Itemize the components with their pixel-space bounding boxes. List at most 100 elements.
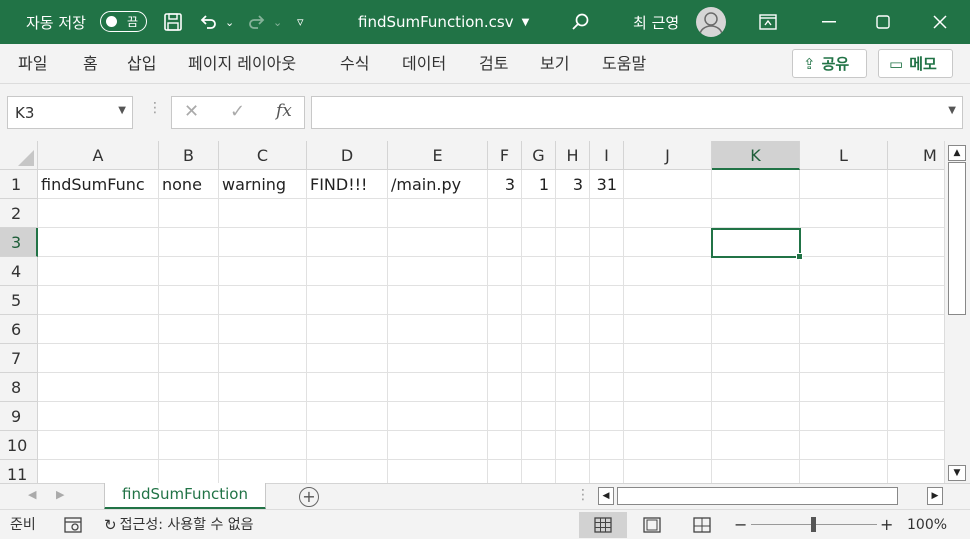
- column-header[interactable]: D: [307, 141, 388, 170]
- empty-cell[interactable]: [888, 431, 944, 460]
- empty-cell[interactable]: [38, 431, 159, 460]
- empty-cell[interactable]: [590, 460, 624, 483]
- empty-cell[interactable]: [712, 257, 800, 286]
- avatar[interactable]: [696, 7, 726, 37]
- empty-cell[interactable]: [590, 199, 624, 228]
- cancel-icon[interactable]: ✕: [184, 101, 199, 122]
- row-header[interactable]: 2: [0, 199, 38, 228]
- empty-cell[interactable]: [556, 199, 590, 228]
- zoom-slider-thumb[interactable]: [811, 517, 816, 532]
- column-header[interactable]: I: [590, 141, 624, 170]
- empty-cell[interactable]: [388, 257, 488, 286]
- empty-cell[interactable]: [712, 315, 800, 344]
- cell-I1[interactable]: 31: [590, 170, 624, 199]
- empty-cell[interactable]: [388, 228, 488, 257]
- empty-cell[interactable]: [38, 315, 159, 344]
- empty-cell[interactable]: [624, 199, 712, 228]
- empty-cell[interactable]: [888, 344, 944, 373]
- empty-cell[interactable]: [522, 402, 556, 431]
- empty-cell[interactable]: [556, 431, 590, 460]
- empty-cell[interactable]: [159, 257, 219, 286]
- empty-cell[interactable]: [800, 460, 888, 483]
- empty-cell[interactable]: [800, 315, 888, 344]
- empty-cell[interactable]: [556, 257, 590, 286]
- prev-sheet-icon[interactable]: ◀: [28, 488, 36, 501]
- tab-home[interactable]: 홈: [83, 44, 98, 84]
- empty-cell[interactable]: [307, 315, 388, 344]
- column-header[interactable]: A: [38, 141, 159, 170]
- empty-cell[interactable]: [388, 402, 488, 431]
- empty-cell[interactable]: [800, 402, 888, 431]
- row-header[interactable]: 1: [0, 170, 38, 199]
- horizontal-scroll-thumb[interactable]: [617, 487, 898, 505]
- cell-H1[interactable]: 3: [556, 170, 590, 199]
- row-header[interactable]: 5: [0, 286, 38, 315]
- row-header[interactable]: 7: [0, 344, 38, 373]
- accessibility-status[interactable]: ↻ 접근성: 사용할 수 없음: [104, 510, 254, 539]
- empty-cell[interactable]: [488, 199, 522, 228]
- empty-cell[interactable]: [712, 199, 800, 228]
- file-name[interactable]: findSumFunction.csv ▼: [358, 0, 529, 44]
- empty-cell[interactable]: [624, 431, 712, 460]
- cell-F1[interactable]: 3: [488, 170, 522, 199]
- empty-cell[interactable]: [556, 402, 590, 431]
- horizontal-scrollbar[interactable]: ◀ ▶: [598, 487, 944, 506]
- empty-cell[interactable]: [888, 199, 944, 228]
- empty-cell[interactable]: [219, 199, 307, 228]
- cell-D1[interactable]: FIND!!!: [307, 170, 388, 199]
- empty-cell[interactable]: [522, 228, 556, 257]
- empty-cell[interactable]: [307, 199, 388, 228]
- tab-insert[interactable]: 삽입: [127, 44, 156, 84]
- empty-cell[interactable]: [888, 315, 944, 344]
- empty-cell[interactable]: [522, 286, 556, 315]
- tab-file[interactable]: 파일: [18, 44, 47, 84]
- empty-cell[interactable]: [219, 257, 307, 286]
- add-sheet-icon[interactable]: +: [299, 487, 319, 507]
- empty-cell[interactable]: [307, 257, 388, 286]
- empty-cell[interactable]: [388, 199, 488, 228]
- empty-cell[interactable]: [388, 344, 488, 373]
- ribbon-display-icon[interactable]: [745, 0, 791, 44]
- row-header[interactable]: 4: [0, 257, 38, 286]
- empty-cell[interactable]: [307, 373, 388, 402]
- empty-cell[interactable]: [712, 344, 800, 373]
- empty-cell[interactable]: [624, 228, 712, 257]
- select-all-button[interactable]: [0, 141, 38, 170]
- empty-cell[interactable]: [159, 344, 219, 373]
- empty-cell[interactable]: [159, 228, 219, 257]
- empty-cell[interactable]: [624, 402, 712, 431]
- empty-cell[interactable]: [159, 315, 219, 344]
- active-cell-K3[interactable]: [711, 228, 803, 260]
- empty-cell[interactable]: [219, 431, 307, 460]
- maximize-button[interactable]: [860, 0, 906, 44]
- column-header[interactable]: C: [219, 141, 307, 170]
- empty-cell[interactable]: [522, 460, 556, 483]
- empty-cell[interactable]: [522, 199, 556, 228]
- normal-view-button[interactable]: [579, 512, 627, 538]
- empty-cell[interactable]: [624, 315, 712, 344]
- empty-cell[interactable]: [800, 431, 888, 460]
- empty-cell[interactable]: [307, 402, 388, 431]
- empty-cell[interactable]: [624, 344, 712, 373]
- empty-cell[interactable]: [159, 460, 219, 483]
- tab-data[interactable]: 데이터: [402, 44, 446, 84]
- empty-cell[interactable]: [556, 373, 590, 402]
- row-header[interactable]: 10: [0, 431, 38, 460]
- empty-cell[interactable]: [590, 373, 624, 402]
- empty-cell[interactable]: [888, 228, 944, 257]
- redo-icon[interactable]: [242, 0, 272, 44]
- empty-cell[interactable]: [522, 431, 556, 460]
- scroll-down-icon[interactable]: ▼: [948, 465, 966, 481]
- cell-A1[interactable]: findSumFunc: [38, 170, 159, 199]
- empty-cell[interactable]: [800, 170, 888, 199]
- empty-cell[interactable]: [800, 344, 888, 373]
- search-icon[interactable]: [565, 0, 595, 44]
- empty-cell[interactable]: [556, 344, 590, 373]
- save-icon[interactable]: [158, 0, 188, 44]
- empty-cell[interactable]: [590, 315, 624, 344]
- empty-cell[interactable]: [388, 431, 488, 460]
- row-header[interactable]: 6: [0, 315, 38, 344]
- empty-cell[interactable]: [888, 402, 944, 431]
- close-button[interactable]: [917, 0, 963, 44]
- empty-cell[interactable]: [219, 344, 307, 373]
